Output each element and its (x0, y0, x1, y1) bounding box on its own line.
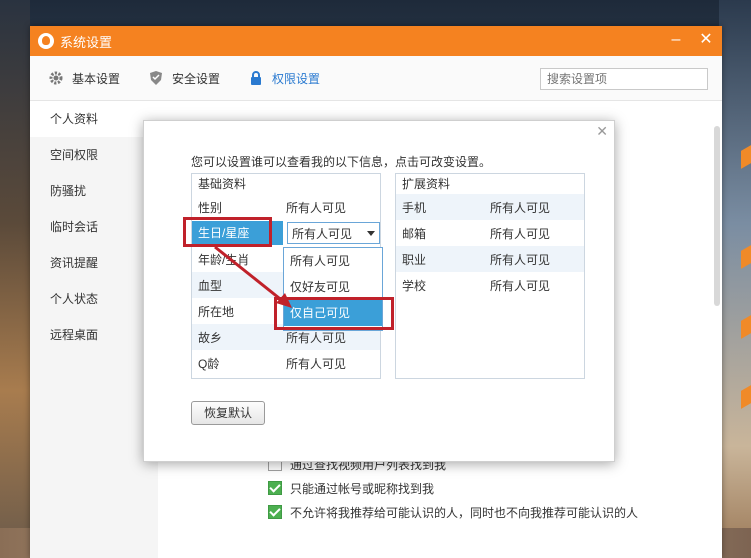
search-input[interactable] (541, 71, 704, 87)
row-key: 职业 (402, 252, 427, 267)
search-options: 通过查找视频用户列表找到我 只能通过帐号或昵称找到我 不允许将我推荐给可能认识的… (268, 452, 638, 524)
dialog-close-icon[interactable]: ✕ (596, 123, 608, 140)
combo-value: 所有人可见 (291, 226, 352, 241)
qq-logo-icon (38, 33, 54, 49)
info-row-job[interactable]: 职业 所有人可见 (396, 246, 584, 272)
info-row-school[interactable]: 学校 所有人可见 (396, 272, 584, 298)
row-key: 邮箱 (402, 226, 427, 241)
desktop-background-left (0, 0, 30, 558)
option-account-only[interactable]: 只能通过帐号或昵称找到我 (268, 476, 638, 500)
desktop-background-right (719, 0, 751, 558)
info-row-phone[interactable]: 手机 所有人可见 (396, 194, 584, 220)
annotation-box-birthday (183, 217, 272, 247)
visibility-combo[interactable]: 所有人可见 (286, 222, 380, 244)
sidebar-item-space[interactable]: 空间权限 (30, 137, 158, 173)
tab-security-settings[interactable]: 安全设置 (148, 70, 220, 87)
shield-icon (150, 71, 163, 85)
row-value: 所有人可见 (286, 200, 347, 215)
settings-search[interactable] (540, 68, 708, 90)
tab-permission-settings[interactable]: 权限设置 (248, 70, 320, 87)
row-value: 所有人可见 (490, 252, 551, 267)
option-label: 只能通过帐号或昵称找到我 (290, 481, 435, 496)
checkbox-checked[interactable] (268, 481, 282, 495)
watermark-url: jingyan.baidu.com (608, 528, 711, 539)
row-key: 故乡 (198, 330, 223, 345)
row-key: 手机 (402, 200, 427, 215)
decor-stripe (741, 245, 751, 269)
row-key: 所在地 (198, 304, 235, 319)
option-no-recommend[interactable]: 不允许将我推荐给可能认识的人，同时也不向我推荐可能认识的人 (268, 500, 638, 524)
gear-icon (49, 71, 63, 85)
checkbox-checked[interactable] (268, 505, 282, 519)
chevron-down-icon[interactable] (367, 230, 375, 236)
row-value: 所有人可见 (490, 200, 551, 215)
restore-default-button[interactable]: 恢复默认 (191, 401, 265, 425)
row-value: 所有人可见 (286, 330, 347, 345)
close-button[interactable]: ✕ (698, 32, 714, 48)
sidebar-item-remote-desktop[interactable]: 远程桌面 (30, 317, 158, 353)
decor-stripe (741, 315, 751, 339)
watermark-text: 经验 (675, 508, 711, 528)
panel-title: 基础资料 (198, 177, 247, 191)
sidebar-item-anti-harass[interactable]: 防骚扰 (30, 173, 158, 209)
tab-label: 权限设置 (272, 71, 321, 86)
settings-toolbar: 基本设置 安全设置 权限设置 (30, 56, 722, 101)
settings-sidebar: 个人资料 空间权限 防骚扰 临时会话 资讯提醒 个人状态 远程桌面 (30, 101, 158, 558)
row-value: 所有人可见 (490, 278, 551, 293)
lock-icon (251, 71, 262, 85)
annotation-box-self-only (274, 297, 394, 330)
tab-label: 安全设置 (172, 71, 221, 86)
dialog-intro-text: 您可以设置谁可以查看我的以下信息，点击可改变设置。 (191, 155, 492, 169)
dropdown-option-everyone[interactable]: 所有人可见 (284, 248, 382, 274)
row-key: 性别 (198, 200, 223, 215)
title-bar[interactable]: 系统设置 – ✕ (30, 26, 722, 56)
decor-stripe (741, 145, 751, 169)
sidebar-item-status[interactable]: 个人状态 (30, 281, 158, 317)
tab-basic-settings[interactable]: 基本设置 (48, 70, 120, 87)
baidu-watermark: 经验 jingyan.baidu.com (609, 502, 711, 539)
row-key: Q龄 (198, 356, 220, 371)
tab-label: 基本设置 (72, 71, 121, 86)
row-value: 所有人可见 (286, 356, 347, 371)
row-key: 年龄/生肖 (198, 252, 250, 267)
scrollbar[interactable] (714, 126, 720, 306)
sidebar-item-temp-session[interactable]: 临时会话 (30, 209, 158, 245)
privacy-dialog: ✕ 您可以设置谁可以查看我的以下信息，点击可改变设置。 基础资料 性别 所有人可… (143, 120, 615, 462)
panel-title: 扩展资料 (402, 177, 451, 191)
info-row-email[interactable]: 邮箱 所有人可见 (396, 220, 584, 246)
sidebar-item-news[interactable]: 资讯提醒 (30, 245, 158, 281)
minimize-button[interactable]: – (668, 32, 684, 48)
window-title: 系统设置 (60, 34, 113, 50)
info-row-qage[interactable]: Q龄 所有人可见 (192, 350, 380, 376)
sidebar-item-profile[interactable]: 个人资料 (30, 101, 158, 137)
row-key: 学校 (402, 278, 427, 293)
option-label: 不允许将我推荐给可能认识的人，同时也不向我推荐可能认识的人 (290, 505, 639, 520)
row-key: 血型 (198, 278, 223, 293)
decor-stripe (741, 385, 751, 409)
row-value: 所有人可见 (490, 226, 551, 241)
extended-info-panel: 扩展资料 手机 所有人可见 邮箱 所有人可见 职业 所有人可见 学校 所有人可见 (395, 173, 585, 379)
